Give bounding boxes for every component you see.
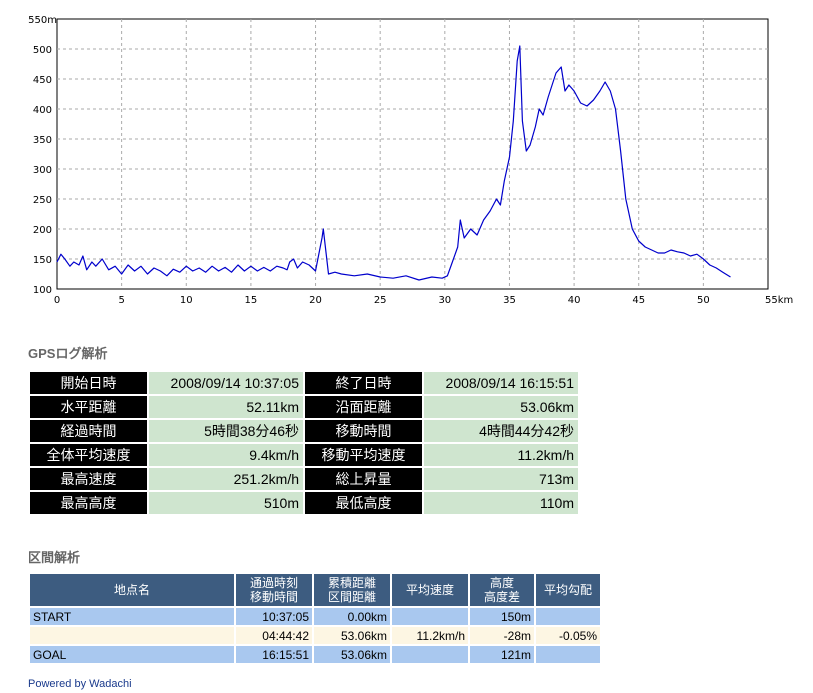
gps-label: 移動平均速度	[305, 444, 422, 466]
segment-altitude: -28m	[470, 627, 534, 644]
gps-label: 経過時間	[30, 420, 147, 442]
segment-time: 16:15:51	[236, 646, 312, 663]
gps-value: 2008/09/14 16:15:51	[424, 372, 578, 394]
gps-label: 終了日時	[305, 372, 422, 394]
gps-row: 全体平均速度 9.4km/h 移動平均速度 11.2km/h	[30, 444, 578, 466]
segment-speed	[392, 608, 468, 625]
x-tick-label: 25	[374, 295, 387, 306]
gps-log-summary-table: 開始日時 2008/09/14 10:37:05 終了日時 2008/09/14 16…	[28, 370, 580, 516]
segment-grade	[536, 646, 600, 663]
gps-row: 最高速度 251.2km/h 総上昇量 713m	[30, 468, 578, 490]
gps-row: 開始日時 2008/09/14 10:37:05 終了日時 2008/09/14 16…	[30, 372, 578, 394]
segment-point-name: GOAL	[30, 646, 234, 663]
gps-label: 最高高度	[30, 492, 147, 514]
gps-analysis-title: GPSログ解析	[28, 346, 108, 361]
header-avg-speed: 平均速度	[392, 574, 468, 606]
gps-row: 経過時間 5時間38分46秒 移動時間 4時間44分42秒	[30, 420, 578, 442]
gps-label: 移動時間	[305, 420, 422, 442]
header-time-line2: 移動時間	[249, 590, 298, 604]
gps-label: 最低高度	[305, 492, 422, 514]
x-tick-label: 5	[118, 295, 124, 306]
x-tick-label: 30	[438, 295, 451, 306]
segment-row: GOAL 16:15:51 53.06km 121m	[30, 646, 600, 663]
gps-value: 510m	[149, 492, 303, 514]
segment-row: START 10:37:05 0.00km 150m	[30, 608, 600, 625]
gps-label: 全体平均速度	[30, 444, 147, 466]
segment-distance: 0.00km	[314, 608, 390, 625]
y-tick-label: 300	[33, 165, 52, 176]
segment-distance: 53.06km	[314, 627, 390, 644]
segment-point-name: START	[30, 608, 234, 625]
segment-header-row: 地点名 通過時刻 移動時間 累積距離 区間距離 平均速度 高度 高度差 平均勾配	[30, 574, 600, 606]
segment-analysis-title: 区間解析	[28, 550, 81, 565]
header-distance: 累積距離 区間距離	[314, 574, 390, 606]
header-time: 通過時刻 移動時間	[236, 574, 312, 606]
header-distance-line1: 累積距離	[327, 576, 376, 590]
gps-label: 最高速度	[30, 468, 147, 490]
x-tick-label: 10	[180, 295, 193, 306]
x-tick-label: 20	[309, 295, 322, 306]
gps-label: 水平距離	[30, 396, 147, 418]
x-tick-label: 45	[632, 295, 645, 306]
segment-point-name	[30, 627, 234, 644]
segment-distance: 53.06km	[314, 646, 390, 663]
gps-row: 最高高度 510m 最低高度 110m	[30, 492, 578, 514]
header-altitude-line1: 高度	[489, 576, 514, 590]
gps-value: 9.4km/h	[149, 444, 303, 466]
segment-row: 04:44:42 53.06km 11.2km/h -28m -0.05%	[30, 627, 600, 644]
header-time-line1: 通過時刻	[249, 576, 298, 590]
elevation-chart: 0 5 10 15 20 25 30 35 40 45 50 55km 100 150 200 250 300 3…	[28, 15, 793, 306]
segment-speed: 11.2km/h	[392, 627, 468, 644]
gps-value: 713m	[424, 468, 578, 490]
gps-value: 2008/09/14 10:37:05	[149, 372, 303, 394]
gps-row: 水平距離 52.11km 沿面距離 53.06km	[30, 396, 578, 418]
header-point-name: 地点名	[30, 574, 234, 606]
y-tick-label: 200	[33, 225, 52, 236]
x-tick-label: 35	[503, 295, 516, 306]
x-tick-label: 40	[568, 295, 581, 306]
gps-value: 4時間44分42秒	[424, 420, 578, 442]
y-tick-label: 450	[33, 75, 52, 86]
header-altitude-line2: 高度差	[483, 590, 520, 604]
y-tick-label: 250	[33, 195, 52, 206]
gps-label: 総上昇量	[305, 468, 422, 490]
gps-label: 沿面距離	[305, 396, 422, 418]
segment-time: 04:44:42	[236, 627, 312, 644]
header-avg-grade: 平均勾配	[536, 574, 600, 606]
y-tick-label: 400	[33, 105, 52, 116]
powered-by-text: Powered by Wadachi	[28, 678, 132, 690]
y-tick-label: 500	[33, 45, 52, 56]
segment-time: 10:37:05	[236, 608, 312, 625]
y-tick-label: 350	[33, 135, 52, 146]
segment-analysis-table: 地点名 通過時刻 移動時間 累積距離 区間距離 平均速度 高度 高度差 平均勾配 ST…	[28, 572, 602, 665]
segment-grade	[536, 608, 600, 625]
gps-value: 53.06km	[424, 396, 578, 418]
x-tick-label: 0	[54, 295, 60, 306]
gps-value: 251.2km/h	[149, 468, 303, 490]
header-altitude: 高度 高度差	[470, 574, 534, 606]
gps-value: 5時間38分46秒	[149, 420, 303, 442]
gps-label: 開始日時	[30, 372, 147, 394]
segment-altitude: 121m	[470, 646, 534, 663]
segment-altitude: 150m	[470, 608, 534, 625]
y-tick-label: 100	[33, 285, 52, 296]
y-tick-label: 550m	[28, 15, 57, 26]
segment-grade: -0.05%	[536, 627, 600, 644]
x-tick-label: 50	[697, 295, 710, 306]
gps-value: 11.2km/h	[424, 444, 578, 466]
plot-area	[56, 18, 769, 290]
gps-value: 52.11km	[149, 396, 303, 418]
segment-speed	[392, 646, 468, 663]
header-distance-line2: 区間距離	[327, 590, 376, 604]
y-tick-label: 150	[33, 255, 52, 266]
x-tick-label: 15	[245, 295, 258, 306]
x-tick-label: 55km	[765, 295, 793, 306]
gps-value: 110m	[424, 492, 578, 514]
